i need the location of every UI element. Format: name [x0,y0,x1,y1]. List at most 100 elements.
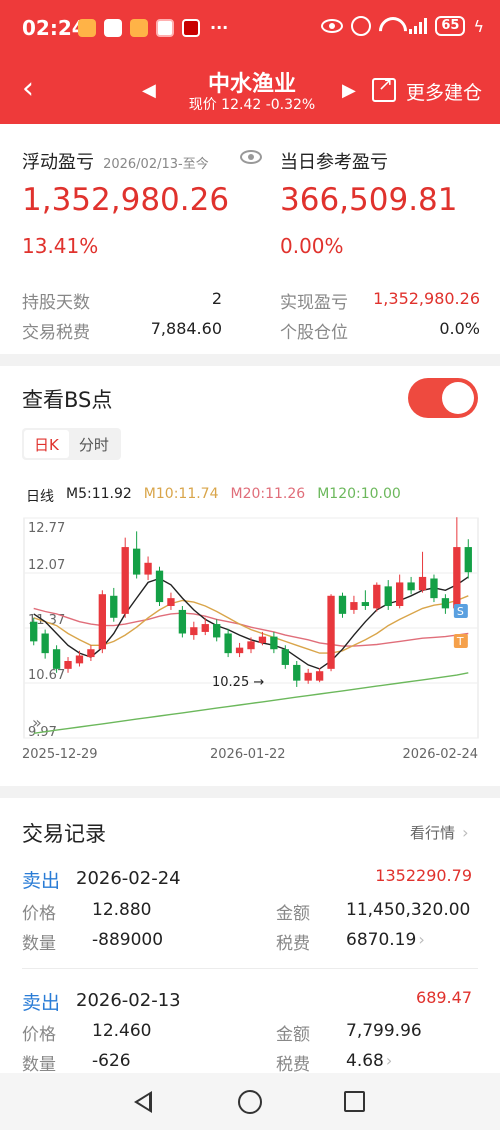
trade-date: 2026-02-13 [76,990,181,1011]
tab-daily-k[interactable]: 日K [24,430,69,458]
bs-toggle[interactable] [408,378,478,418]
ma10-label: M10:11.74 [143,486,219,502]
candle [407,582,415,591]
candle [41,633,49,654]
trade-type: 卖出 [22,870,61,892]
candle [258,636,267,643]
ma120-label: M120:10.00 [317,486,401,502]
y-tick-label: 12.07 [28,558,65,573]
view-market-label: 看行情 [410,824,456,842]
news-notification-icon [182,18,200,37]
status-right: 65 ϟ [321,16,484,36]
notification-icons: ··· [78,18,228,37]
qty-label: 数量 [22,934,56,954]
today-profit-label: 当日参考盈亏 [280,152,388,173]
candle [304,672,312,681]
tab-intraday[interactable]: 分时 [69,430,119,458]
trade-date: 2026-02-24 [76,868,181,889]
bs-chart-card: 查看BS点 日K 分时 日线 M5:11.92 M10:11.74 M20:11… [0,366,500,786]
candle [201,624,209,632]
candle [121,547,129,614]
status-time: 02:24 [22,16,86,40]
chevron-right-icon: › [418,930,425,949]
fee-value[interactable]: 4.68 › [346,1051,392,1071]
candlestick-chart[interactable]: 12.7712.0711.3710.679.9710.25 →ST»2025-1… [0,516,500,776]
candle [144,562,152,575]
alarm-icon [351,16,372,36]
nav-back-icon[interactable] [134,1091,152,1113]
price-label: 价格 [22,1025,56,1045]
x-tick-label: 2026-02-24 [402,747,478,762]
eye-icon[interactable] [240,150,262,164]
candle [52,649,61,669]
candle [75,655,84,664]
nav-home-icon[interactable] [238,1090,262,1114]
candle [327,595,335,669]
position-label: 个股仓位 [280,323,348,343]
tax-value: 7,884.60 [150,319,222,338]
candle [247,641,255,650]
more-build-button[interactable]: 更多建仓 [406,78,482,105]
chart-period-tabs: 日K 分时 [22,428,121,460]
app-notification-icon [78,18,96,37]
floating-profit-label: 浮动盈亏 [22,152,94,173]
candle [430,578,438,599]
candle [384,586,392,606]
candle [464,547,472,573]
view-market-link[interactable]: 看行情 › [410,822,469,843]
qty-value: -889000 [92,930,164,950]
title-bar: ‹ ◀ 中水渔业 现价 12.42 -0.32% ▶ 更多建仓 [0,58,500,124]
candle [235,647,244,654]
candle [361,602,370,606]
more-notifications-icon: ··· [210,18,229,37]
fee-value[interactable]: 6870.19 › [346,930,425,950]
external-link-icon[interactable] [372,74,396,102]
candle [418,576,427,591]
today-profit-pct: 0.00% [280,234,344,258]
back-icon[interactable]: ‹ [22,74,34,104]
candle [213,624,221,638]
candle [167,598,175,606]
fee-amount: 6870.19 [346,930,417,950]
amount-label: 金额 [276,1025,310,1045]
candle [178,609,187,634]
trade-profit: 1352290.79 [375,866,472,885]
candle [30,621,38,642]
heart-notification-icon [130,18,148,37]
marker-label: S [457,605,464,618]
candle [110,595,118,618]
game-notification-icon [156,18,174,37]
charging-icon: ϟ [473,16,484,36]
candle [338,595,347,614]
floating-profit-pct: 13.41% [22,234,99,258]
position-value: 0.0% [439,319,480,338]
battery-icon: 65 [435,16,466,36]
candle [350,602,358,610]
y-tick-label: 12.77 [28,521,65,536]
floating-profit-value: 1,352,980.26 [22,182,230,218]
candle [132,548,141,575]
wifi-icon [379,17,401,35]
eye-comfort-icon [321,19,344,33]
chevron-right-icon: › [457,823,469,842]
price-label: 价格 [22,904,56,924]
fee-amount: 4.68 [346,1051,384,1071]
signal-icon [409,18,428,34]
trade-records-title: 交易记录 [22,822,106,846]
nav-recent-icon[interactable] [344,1091,365,1112]
trade-type: 卖出 [22,992,61,1014]
fee-label: 税费 [276,1055,310,1075]
next-stock-icon[interactable]: ▶ [342,80,356,101]
low-price-annotation: 10.25 → [212,675,264,690]
amount-label: 金额 [276,904,310,924]
expand-icon[interactable]: » [32,713,42,732]
marker-label: T [456,635,464,648]
trade-profit: 689.47 [416,988,472,1007]
candle [190,627,198,636]
prev-stock-icon[interactable]: ◀ [142,80,156,101]
bs-title: 查看BS点 [22,388,113,412]
candle [396,582,404,606]
price-line: 现价 12.42 -0.32% [188,97,316,113]
status-bar: 02:24 ··· 65 ϟ [0,0,500,56]
fee-label: 税费 [276,934,310,954]
